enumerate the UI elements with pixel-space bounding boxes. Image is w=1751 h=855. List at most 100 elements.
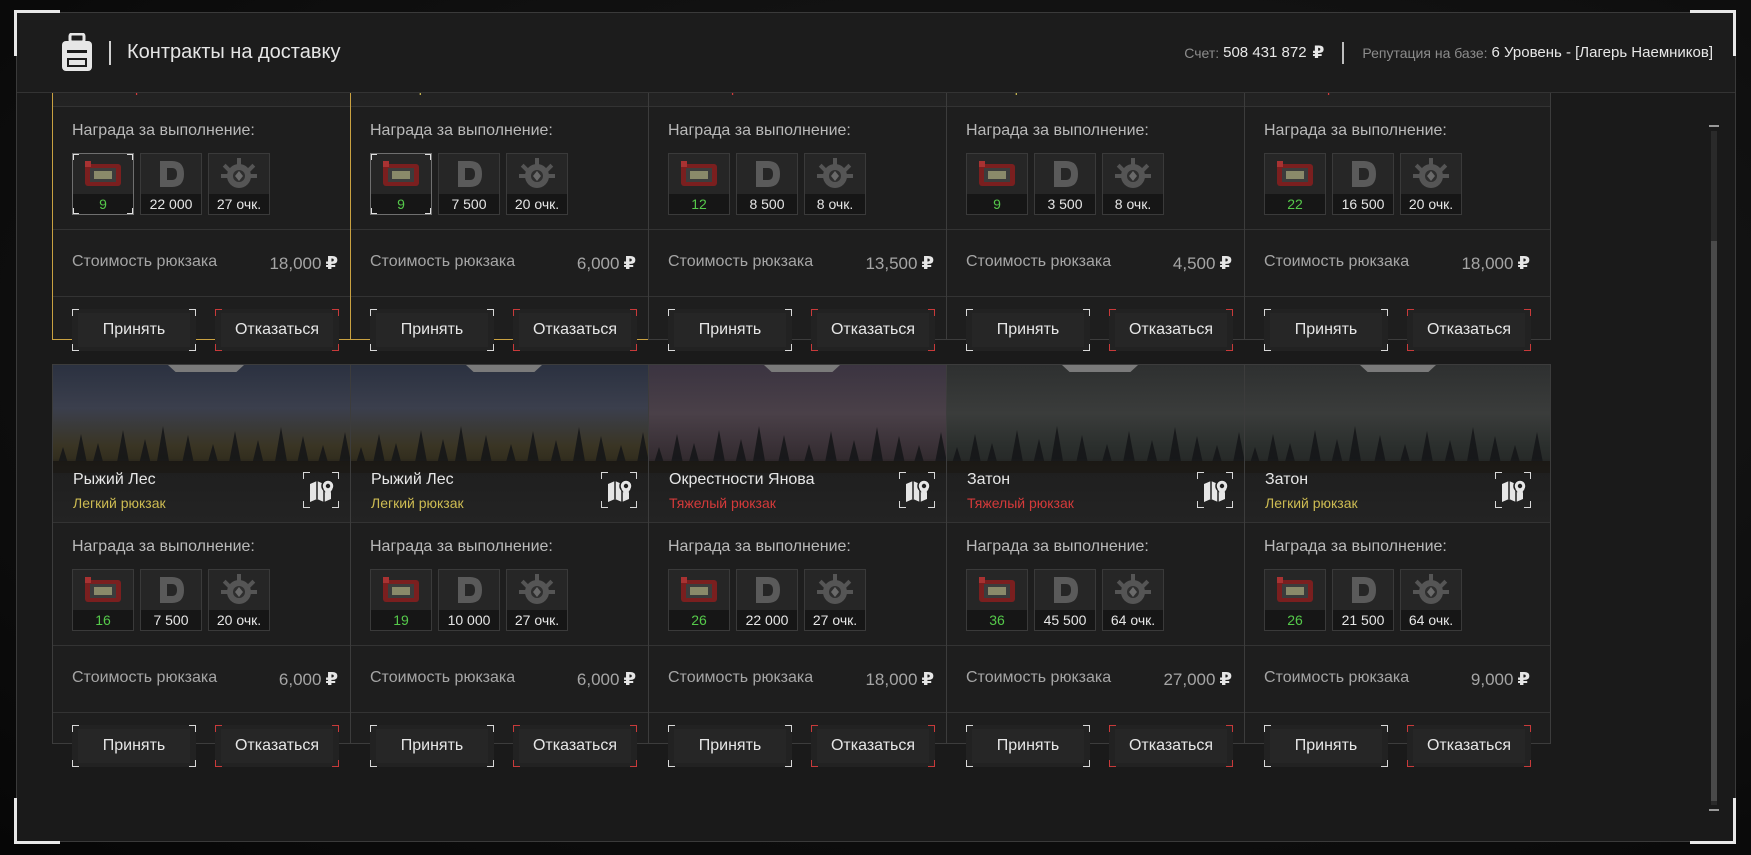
reward-items-slot[interactable]: 36 xyxy=(966,569,1028,631)
scrollbar[interactable] xyxy=(1709,125,1719,811)
contract-card[interactable]: Тяжелый рюкзакНаграда за выполнение:128 … xyxy=(648,43,955,351)
reward-items-slot[interactable]: 26 xyxy=(1264,569,1326,631)
accept-button-label: Принять xyxy=(996,321,1060,338)
contract-card[interactable]: Рыжий Лес Легкий рюкзак Награда за выполне… xyxy=(350,364,657,767)
contracts-window: Контракты на доставку Счет: 508 431 872 … xyxy=(16,12,1736,842)
reward-points-slot[interactable]: 8 очк. xyxy=(1102,153,1164,215)
cost-amount: 27,000 xyxy=(1163,670,1216,689)
reward-items-slot[interactable]: 19 xyxy=(370,569,432,631)
reward-points-slot[interactable]: 20 очк. xyxy=(506,153,568,215)
reward-money-slot[interactable]: 16 500 xyxy=(1332,153,1394,215)
reward-points-slot[interactable]: 27 очк. xyxy=(208,153,270,215)
reward-items-slot[interactable]: 12 xyxy=(668,153,730,215)
decline-button-label: Отказаться xyxy=(532,321,618,338)
divider xyxy=(1245,229,1550,230)
divider xyxy=(947,296,1252,297)
backpack-item-icon xyxy=(1265,570,1325,610)
reputation-label: Репутация на базе: xyxy=(1362,44,1488,61)
reward-money-slot[interactable]: 10 000 xyxy=(438,569,500,631)
decline-button[interactable]: Отказаться xyxy=(215,725,339,767)
reward-money-slot[interactable]: 3 500 xyxy=(1034,153,1096,215)
reward-points-slot[interactable]: 20 очк. xyxy=(1400,153,1462,215)
accept-button[interactable]: Принять xyxy=(966,309,1090,351)
reward-money-slot[interactable]: 22 000 xyxy=(736,569,798,631)
location-image xyxy=(649,365,954,473)
backpack-type: Легкий рюкзак xyxy=(73,495,166,511)
accept-button-label: Принять xyxy=(400,737,464,754)
divider xyxy=(649,712,954,713)
scrollbar-thumb[interactable] xyxy=(1711,241,1717,801)
decline-button[interactable]: Отказаться xyxy=(1109,725,1233,767)
reward-money-slot[interactable]: 8 500 xyxy=(736,153,798,215)
contract-card[interactable]: Тяжелый рюкзакНаграда за выполнение:2216… xyxy=(1244,43,1551,351)
reward-items-slot[interactable]: 9 xyxy=(966,153,1028,215)
accept-button[interactable]: Принять xyxy=(72,309,196,351)
frame-corner xyxy=(1690,798,1736,844)
accept-button[interactable]: Принять xyxy=(966,725,1090,767)
show-on-map-button[interactable] xyxy=(1494,471,1532,509)
reputation-gear-icon xyxy=(209,154,269,194)
reward-points-slot[interactable]: 27 очк. xyxy=(804,569,866,631)
accept-button[interactable]: Принять xyxy=(72,725,196,767)
reward-slots: 16 7 500 20 очк. xyxy=(72,569,270,631)
backpack-item-icon xyxy=(73,154,133,194)
ruble-icon: ₽ xyxy=(1517,253,1530,273)
decline-button[interactable]: Отказаться xyxy=(1407,725,1531,767)
reward-money-slot[interactable]: 21 500 xyxy=(1332,569,1394,631)
reward-points-slot[interactable]: 8 очк. xyxy=(804,153,866,215)
contract-card[interactable]: Затон Тяжелый рюкзак Награда за выполнение… xyxy=(946,364,1253,767)
decline-button[interactable]: Отказаться xyxy=(513,309,637,351)
reward-items-slot[interactable]: 9 xyxy=(72,153,134,215)
decline-button[interactable]: Отказаться xyxy=(811,309,935,351)
location-panel: Окрестности Янова Тяжелый рюкзак xyxy=(649,459,954,523)
reward-items-slot[interactable]: 22 xyxy=(1264,153,1326,215)
contract-card[interactable]: Тяжелый рюкзакНаграда за выполнение:922 … xyxy=(52,43,359,351)
contract-card[interactable]: Затон Легкий рюкзак Награда за выполнение:… xyxy=(1244,364,1551,767)
reward-money-slot[interactable]: 22 000 xyxy=(140,153,202,215)
divider xyxy=(53,645,358,646)
cost-amount: 18,000 xyxy=(269,254,322,273)
accept-button[interactable]: Принять xyxy=(370,309,494,351)
slot-count: 64 очк. xyxy=(1401,610,1461,630)
show-on-map-button[interactable] xyxy=(898,471,936,509)
contract-card[interactable]: Легкий рюкзакНаграда за выполнение:97 50… xyxy=(350,43,657,351)
accept-button[interactable]: Принять xyxy=(668,725,792,767)
contract-card[interactable]: Рыжий Лес Легкий рюкзак Награда за выполне… xyxy=(52,364,359,767)
reward-points-slot[interactable]: 64 очк. xyxy=(1102,569,1164,631)
reward-money-slot[interactable]: 45 500 xyxy=(1034,569,1096,631)
cost-value: 27,000 ₽ xyxy=(1163,669,1232,690)
show-on-map-button[interactable] xyxy=(302,471,340,509)
reward-items-slot[interactable]: 26 xyxy=(668,569,730,631)
decline-button[interactable]: Отказаться xyxy=(513,725,637,767)
decline-button[interactable]: Отказаться xyxy=(1109,309,1233,351)
show-on-map-button[interactable] xyxy=(1196,471,1234,509)
reward-points-slot[interactable]: 27 очк. xyxy=(506,569,568,631)
contract-card[interactable]: Легкий рюкзакНаграда за выполнение:93 50… xyxy=(946,43,1253,351)
accept-button[interactable]: Принять xyxy=(370,725,494,767)
reward-items-slot[interactable]: 16 xyxy=(72,569,134,631)
reward-money-slot[interactable]: 7 500 xyxy=(438,153,500,215)
reward-points-slot[interactable]: 20 очк. xyxy=(208,569,270,631)
reward-items-slot[interactable]: 9 xyxy=(370,153,432,215)
card-tab xyxy=(1360,365,1436,372)
card-tab xyxy=(764,365,840,372)
show-on-map-button[interactable] xyxy=(600,471,638,509)
slot-count: 22 000 xyxy=(737,610,797,630)
slot-corner xyxy=(425,154,431,160)
contract-card[interactable]: Окрестности Янова Тяжелый рюкзак Награда з… xyxy=(648,364,955,767)
header-status: Счет: 508 431 872 ₽ Репутация на базе: 6… xyxy=(1184,41,1713,64)
accept-button[interactable]: Принять xyxy=(1264,725,1388,767)
ruble-icon: ₽ xyxy=(1312,42,1325,62)
accept-button[interactable]: Принять xyxy=(668,309,792,351)
location-name: Затон xyxy=(1265,471,1309,488)
reward-points-slot[interactable]: 64 очк. xyxy=(1400,569,1462,631)
decline-button[interactable]: Отказаться xyxy=(1407,309,1531,351)
accept-button[interactable]: Принять xyxy=(1264,309,1388,351)
reward-money-slot[interactable]: 7 500 xyxy=(140,569,202,631)
reward-label: Награда за выполнение: xyxy=(72,122,255,139)
decline-button[interactable]: Отказаться xyxy=(215,309,339,351)
slot-count: 21 500 xyxy=(1333,610,1393,630)
reputation-value: 6 Уровень - [Лагерь Наемников] xyxy=(1491,44,1713,61)
divider xyxy=(351,712,656,713)
decline-button[interactable]: Отказаться xyxy=(811,725,935,767)
